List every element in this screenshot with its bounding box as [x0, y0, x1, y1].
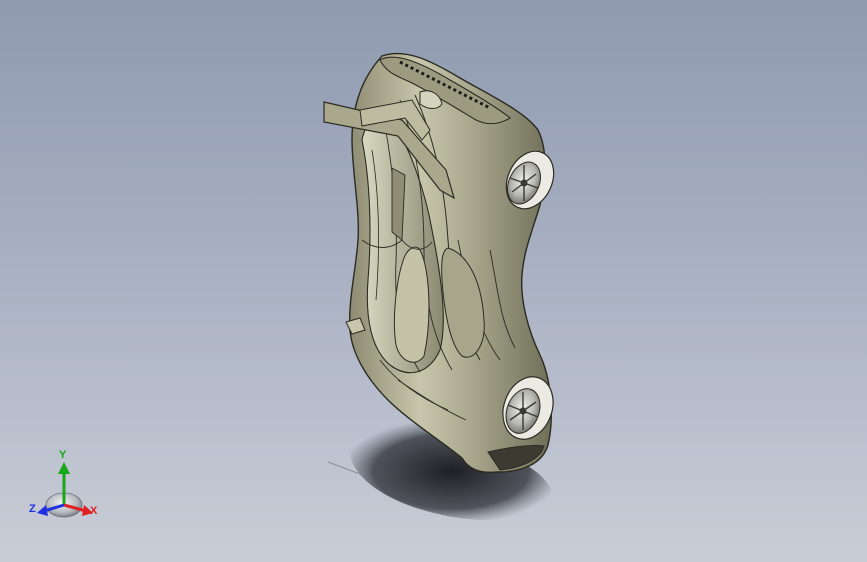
- y-axis-label: Y: [59, 449, 67, 461]
- reference-triad[interactable]: [37, 462, 93, 518]
- graphics-viewport[interactable]: Y X Z: [0, 0, 867, 562]
- y-axis-arrow: [58, 462, 70, 474]
- z-axis-label: Z: [29, 503, 36, 515]
- model-canvas[interactable]: [0, 0, 867, 562]
- x-axis-label: X: [90, 505, 98, 517]
